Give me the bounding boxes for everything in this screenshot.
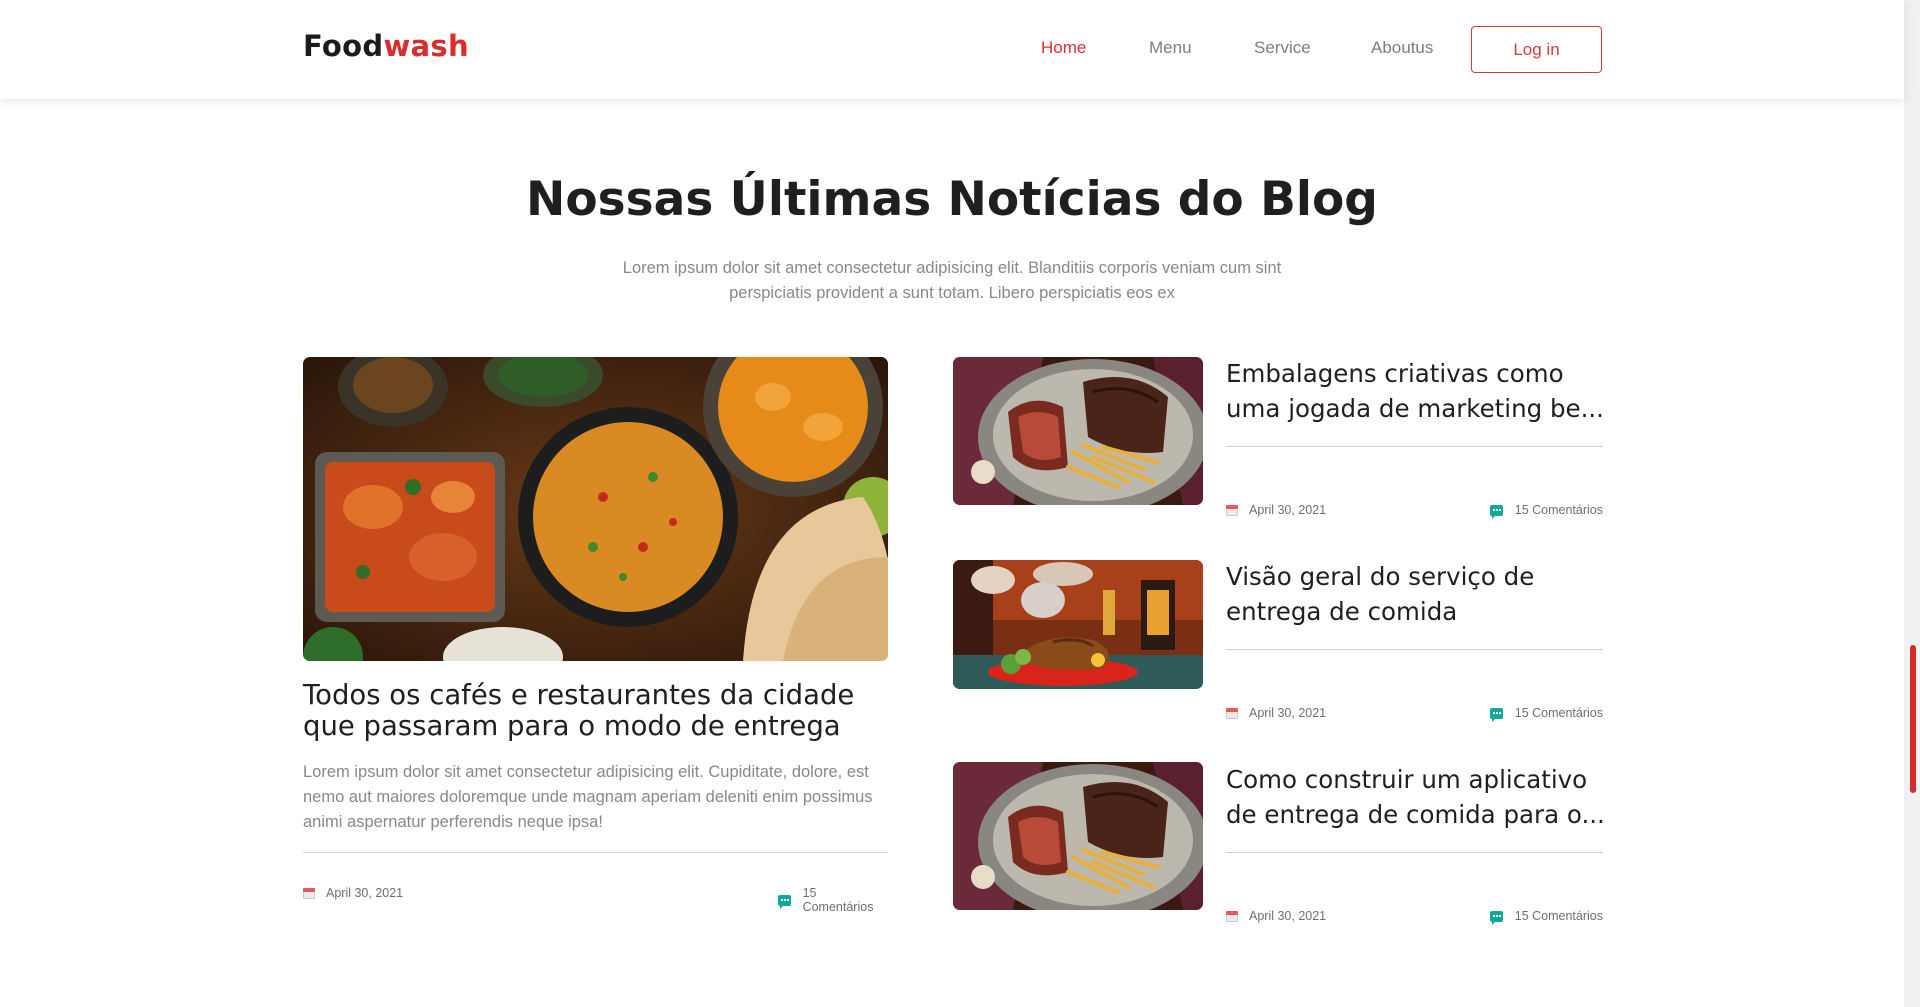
post-3-comments[interactable]: 15 Comentários [1453, 909, 1603, 925]
post-2-image[interactable] [953, 560, 1203, 689]
post-1-image[interactable] [953, 357, 1203, 505]
post-1-title-line-1: Embalagens criativas como [1226, 359, 1564, 388]
logo[interactable]: Foodwash [303, 29, 469, 63]
excerpt-line-2: nemo aut maiores doloremque unde magnam … [303, 788, 873, 806]
post-3-title-line-2: de entrega de comida para o... [1226, 800, 1605, 829]
post-2-comments[interactable]: 15 Comentários [1453, 706, 1603, 722]
post-3-date: April 30, 2021 [1226, 909, 1326, 923]
post-1-date-text: April 30, 2021 [1249, 503, 1327, 517]
post-2-comments-text: 15 Comentários [1514, 706, 1603, 720]
nav-aboutus[interactable]: Aboutus [1371, 38, 1433, 58]
featured-comments-text: 15 Comentários [802, 886, 874, 914]
post-2-title[interactable]: Visão geral do serviço de entrega de com… [1226, 559, 1606, 629]
post-2-date: April 30, 2021 [1226, 706, 1326, 720]
post-3-title[interactable]: Como construir um aplicativo de entrega … [1226, 762, 1606, 832]
post-1-title[interactable]: Embalagens criativas como uma jogada de … [1226, 356, 1606, 426]
post-3-image[interactable] [953, 762, 1203, 910]
excerpt-line-3: animi aspernatur perferendis neque ipsa! [303, 813, 603, 831]
post-1-comments-text: 15 Comentários [1514, 503, 1603, 517]
logo-part-1: Food [303, 29, 384, 63]
featured-date: April 30, 2021 [303, 886, 403, 900]
featured-divider [303, 852, 888, 853]
featured-comments[interactable]: 15 Comentários [778, 886, 888, 914]
post-1-divider [1226, 446, 1603, 447]
section-title: Nossas Últimas Notícias do Blog [526, 172, 1378, 227]
featured-post-image[interactable] [303, 357, 888, 661]
logo-part-2: wash [383, 29, 469, 63]
comment-icon [1489, 910, 1503, 925]
post-2-divider [1226, 649, 1603, 650]
post-3-date-text: April 30, 2021 [1249, 909, 1327, 923]
nav-home[interactable]: Home [1041, 38, 1086, 58]
nav-menu[interactable]: Menu [1149, 38, 1192, 58]
post-1-date: April 30, 2021 [1226, 503, 1326, 517]
subtitle-line-1: Lorem ipsum dolor sit amet consectetur a… [622, 259, 1282, 277]
login-button[interactable]: Log in [1471, 26, 1602, 73]
post-3-comments-text: 15 Comentários [1514, 909, 1603, 923]
featured-post-title[interactable]: Todos os cafés e restaurantes da cidade … [303, 680, 903, 742]
comment-icon [1489, 504, 1503, 519]
post-2-title-line-1: Visão geral do serviço de [1226, 562, 1535, 591]
post-2-date-text: April 30, 2021 [1249, 706, 1327, 720]
scrollbar-thumb[interactable] [1910, 645, 1916, 793]
comment-icon [778, 894, 791, 909]
comment-icon [1489, 707, 1503, 722]
calendar-icon [1226, 707, 1238, 719]
calendar-icon [1226, 504, 1238, 516]
featured-post-excerpt: Lorem ipsum dolor sit amet consectetur a… [303, 760, 893, 835]
site-header: Foodwash Home Menu Service Aboutus Log i… [0, 0, 1904, 99]
post-1-comments[interactable]: 15 Comentários [1453, 503, 1603, 519]
scrollbar-track[interactable] [1904, 0, 1920, 1007]
featured-title-line-2: que passaram para o modo de entrega [303, 710, 841, 742]
post-1-title-line-2: uma jogada de marketing be... [1226, 394, 1604, 423]
section-subtitle: Lorem ipsum dolor sit amet consectetur a… [612, 256, 1292, 306]
nav-service[interactable]: Service [1254, 38, 1311, 58]
featured-title-line-1: Todos os cafés e restaurantes da cidade [303, 679, 855, 711]
post-3-title-line-1: Como construir um aplicativo [1226, 765, 1588, 794]
featured-date-text: April 30, 2021 [326, 886, 404, 900]
post-3-divider [1226, 852, 1603, 853]
calendar-icon [1226, 910, 1238, 922]
excerpt-line-1: Lorem ipsum dolor sit amet consectetur a… [303, 763, 869, 781]
post-2-title-line-2: entrega de comida [1226, 597, 1458, 626]
calendar-icon [303, 887, 315, 899]
subtitle-line-2: perspiciatis provident a sunt totam. Lib… [729, 284, 1175, 302]
